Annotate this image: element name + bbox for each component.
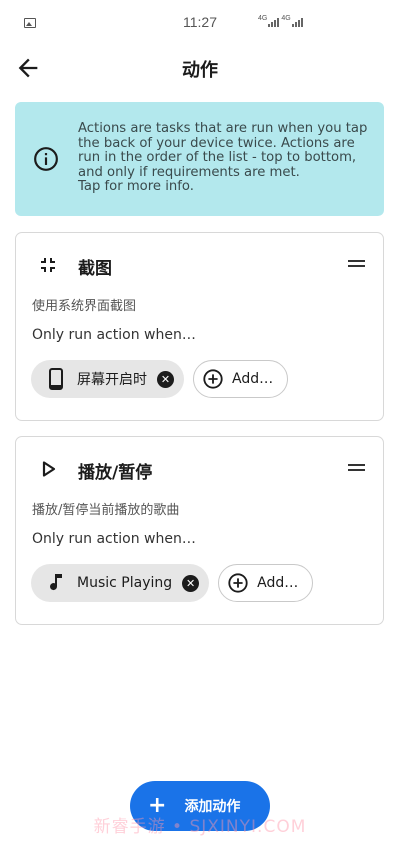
signal-indicators: 4G 4G xyxy=(258,15,303,27)
add-circle-icon xyxy=(202,368,224,390)
requirement-label: 屏幕开启时 xyxy=(77,372,147,388)
phone-icon xyxy=(45,368,67,390)
watermark: 新睿手游 • SJXINYI.COM xyxy=(93,817,307,837)
add-circle-icon xyxy=(227,572,249,594)
play-icon xyxy=(42,461,56,477)
status-time: 11:27 xyxy=(183,14,217,30)
status-bar: 11:27 4G 4G xyxy=(0,0,400,46)
add-requirement-button[interactable]: Add… xyxy=(218,564,314,602)
cell-signal-1-icon: 4G xyxy=(258,15,280,27)
add-label: Add… xyxy=(257,575,299,591)
cell-signal-2-icon: 4G xyxy=(281,15,303,27)
screenshot-compress-icon xyxy=(41,258,55,272)
page-title: 动作 xyxy=(182,60,218,81)
app-bar: 动作 xyxy=(0,46,400,90)
add-label: Add… xyxy=(232,371,274,387)
remove-requirement-icon[interactable]: ✕ xyxy=(182,574,200,592)
add-requirement-button[interactable]: Add… xyxy=(193,360,289,398)
drag-handle-icon[interactable] xyxy=(348,464,365,473)
action-card-play-pause[interactable]: 播放/暂停 播放/暂停当前播放的歌曲 Only run action when…… xyxy=(15,436,384,625)
requirement-label: Music Playing xyxy=(77,575,173,591)
action-description: 播放/暂停当前播放的歌曲 xyxy=(32,503,180,518)
condition-label: Only run action when… xyxy=(32,531,196,547)
action-description: 使用系统界面截图 xyxy=(32,299,137,314)
remove-requirement-icon[interactable]: ✕ xyxy=(157,370,174,388)
info-banner[interactable]: Actions are tasks that are run when you … xyxy=(15,102,384,216)
requirement-chip-music-playing[interactable]: Music Playing ✕ xyxy=(31,564,210,602)
drag-handle-icon[interactable] xyxy=(348,260,365,269)
info-description: Actions are tasks that are run when you … xyxy=(78,121,368,180)
action-title: 截图 xyxy=(78,259,112,279)
requirement-chips: Music Playing ✕ Add… xyxy=(31,564,314,602)
music-note-icon xyxy=(45,572,67,594)
info-more-link: Tap for more info. xyxy=(78,179,194,195)
condition-label: Only run action when… xyxy=(32,327,196,343)
action-title: 播放/暂停 xyxy=(78,463,153,483)
action-card-screenshot[interactable]: 截图 使用系统界面截图 Only run action when… 屏幕开启时 … xyxy=(15,232,384,421)
info-circle-icon xyxy=(34,147,58,171)
info-text: Actions are tasks that are run when you … xyxy=(78,121,374,195)
requirement-chips: 屏幕开启时 ✕ Add… xyxy=(31,360,289,398)
requirement-chip-screen-on[interactable]: 屏幕开启时 ✕ xyxy=(31,360,184,398)
